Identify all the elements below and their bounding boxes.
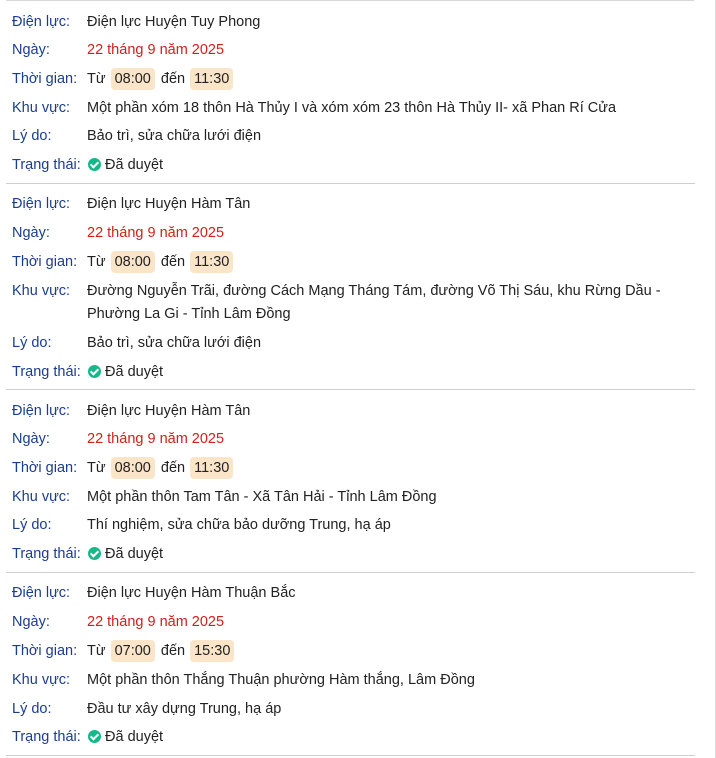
- outage-record: Điện lực: Điện lực Huyện Hàm Thuận Bắc N…: [6, 573, 695, 756]
- start-time-chip: 07:00: [110, 640, 155, 662]
- outage-record: Điện lực: Điện lực Huyện Hàm Tân Ngày: 2…: [6, 390, 695, 573]
- power-value: Điện lực Huyện Hàm Tân: [87, 403, 251, 419]
- end-time-chip: 11:30: [190, 251, 234, 273]
- time-from-label: Từ: [87, 254, 106, 270]
- area-label: Khu vực:: [12, 672, 71, 688]
- end-time-chip: 11:30: [190, 457, 234, 479]
- time-label: Thời gian:: [12, 460, 78, 476]
- time-label: Thời gian:: [12, 643, 78, 659]
- status-badge: Đã duyệt: [87, 154, 163, 177]
- reason-value: Thí nghiệm, sửa chữa bảo dưỡng Trung, hạ…: [87, 517, 391, 533]
- reason-label: Lý do:: [12, 335, 52, 351]
- time-from-label: Từ: [87, 71, 106, 87]
- area-value: Đường Nguyễn Trãi, đường Cách Mạng Tháng…: [87, 283, 661, 322]
- status-label: Trạng thái:: [12, 364, 81, 380]
- check-circle-icon: [88, 158, 101, 171]
- date-value: 22 tháng 9 năm 2025: [87, 42, 225, 58]
- time-to-label: đến: [160, 71, 186, 87]
- area-label: Khu vực:: [12, 283, 71, 299]
- date-label: Ngày:: [12, 42, 50, 58]
- start-time-chip: 08:00: [110, 457, 155, 479]
- status-value: Đã duyệt: [105, 364, 164, 380]
- status-label: Trạng thái:: [12, 729, 81, 745]
- end-time-chip: 11:30: [190, 68, 234, 90]
- start-time-chip: 08:00: [110, 68, 155, 90]
- outage-record: Điện lực: Điện lực Huyện Tuy Phong Ngày:…: [6, 0, 695, 184]
- end-time-chip: 15:30: [190, 640, 235, 662]
- reason-label: Lý do:: [12, 128, 52, 144]
- power-label: Điện lực:: [12, 403, 71, 419]
- power-label: Điện lực:: [12, 585, 71, 601]
- reason-value: Bảo trì, sửa chữa lưới điện: [87, 335, 262, 351]
- status-badge: Đã duyệt: [87, 361, 163, 384]
- start-time-chip: 08:00: [110, 251, 155, 273]
- power-label: Điện lực:: [12, 14, 71, 30]
- outage-list: Điện lực: Điện lực Huyện Tuy Phong Ngày:…: [0, 0, 716, 758]
- date-value: 22 tháng 9 năm 2025: [87, 431, 225, 447]
- check-circle-icon: [88, 730, 101, 743]
- time-from-label: Từ: [87, 643, 106, 659]
- power-label: Điện lực:: [12, 196, 71, 212]
- time-to-label: đến: [160, 460, 186, 476]
- time-label: Thời gian:: [12, 71, 78, 87]
- check-circle-icon: [88, 365, 101, 378]
- time-value: Từ 07:00 đến 15:30: [87, 640, 692, 663]
- outage-record: Điện lực: Điện lực Huyện Hàm Tân Ngày: 2…: [6, 184, 695, 390]
- check-circle-icon: [88, 547, 101, 560]
- time-to-label: đến: [160, 643, 186, 659]
- status-label: Trạng thái:: [12, 546, 81, 562]
- status-label: Trạng thái:: [12, 157, 81, 173]
- date-label: Ngày:: [12, 431, 50, 447]
- area-value: Một phần thôn Thắng Thuận phường Hàm thắ…: [87, 672, 475, 688]
- reason-label: Lý do:: [12, 517, 52, 533]
- time-value: Từ 08:00 đến 11:30: [87, 251, 692, 274]
- reason-value: Đầu tư xây dựng Trung, hạ áp: [87, 701, 282, 717]
- power-value: Điện lực Huyện Hàm Tân: [87, 196, 251, 212]
- time-label: Thời gian:: [12, 254, 78, 270]
- time-value: Từ 08:00 đến 11:30: [87, 457, 692, 480]
- time-to-label: đến: [160, 254, 186, 270]
- area-label: Khu vực:: [12, 100, 71, 116]
- area-value: Một phần xóm 18 thôn Hà Thủy I và xóm xó…: [87, 100, 617, 116]
- time-from-label: Từ: [87, 460, 106, 476]
- date-value: 22 tháng 9 năm 2025: [87, 225, 225, 241]
- power-value: Điện lực Huyện Tuy Phong: [87, 14, 261, 30]
- status-badge: Đã duyệt: [87, 543, 163, 566]
- status-value: Đã duyệt: [105, 729, 164, 745]
- power-value: Điện lực Huyện Hàm Thuận Bắc: [87, 585, 296, 601]
- status-badge: Đã duyệt: [87, 726, 163, 749]
- date-label: Ngày:: [12, 614, 50, 630]
- area-value: Một phần thôn Tam Tân - Xã Tân Hải - Tỉn…: [87, 489, 437, 505]
- date-value: 22 tháng 9 năm 2025: [87, 614, 225, 630]
- status-value: Đã duyệt: [105, 546, 164, 562]
- reason-value: Bảo trì, sửa chữa lưới điện: [87, 128, 262, 144]
- status-value: Đã duyệt: [105, 157, 164, 173]
- date-label: Ngày:: [12, 225, 50, 241]
- time-value: Từ 08:00 đến 11:30: [87, 68, 692, 91]
- reason-label: Lý do:: [12, 701, 52, 717]
- area-label: Khu vực:: [12, 489, 71, 505]
